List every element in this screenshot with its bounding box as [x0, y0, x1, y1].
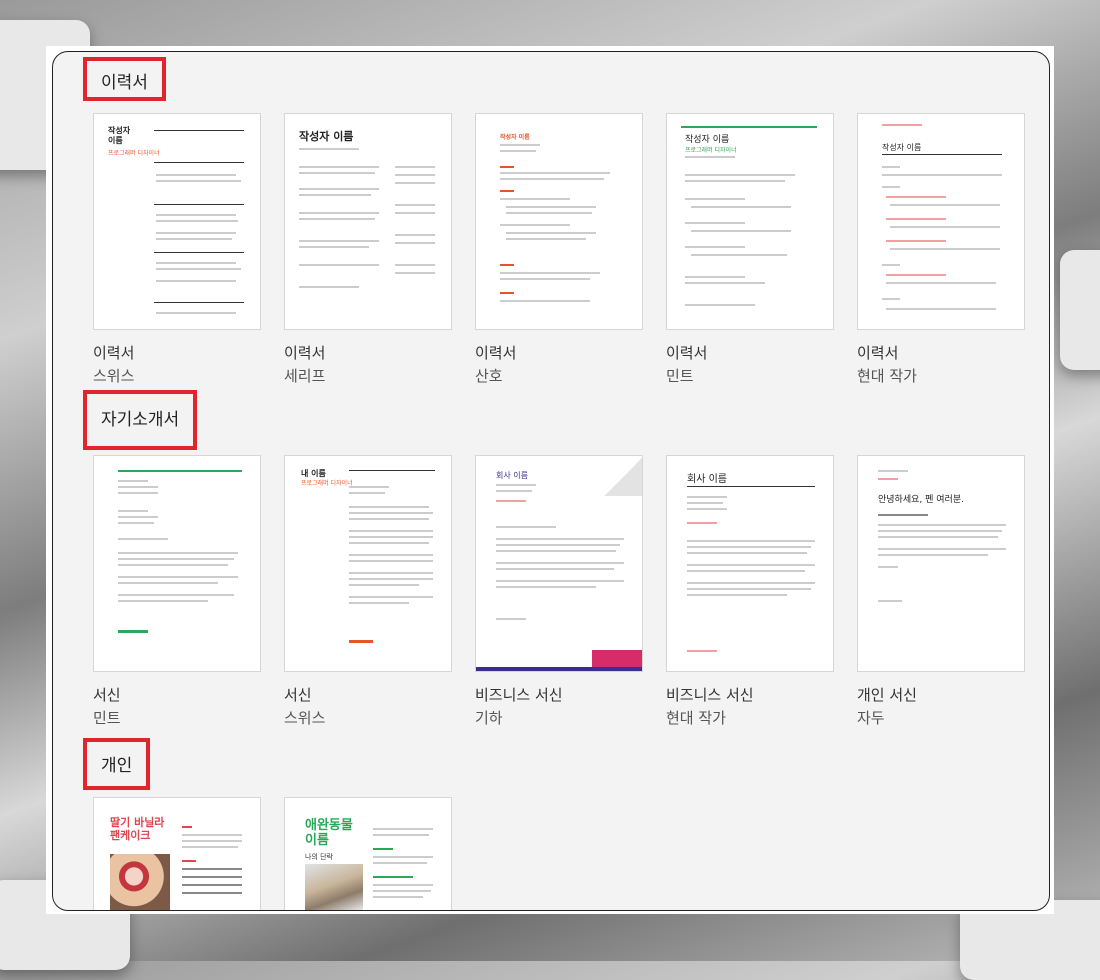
template-name: 서신 [93, 686, 121, 704]
template-resume-mint[interactable]: 작성자 이름 프로그래머 디자이너 이력서 민트 [666, 113, 834, 386]
template-style: 민트 [93, 709, 121, 727]
template-style: 스위스 [284, 709, 326, 727]
template-name: 이력서 [284, 344, 326, 362]
template-name: 이력서 [93, 344, 135, 362]
section-title-cover-letter: 자기소개서 [83, 390, 198, 450]
template-letter-swiss[interactable]: 내 이름 프로그래머 디자이너 서신 스위스 [284, 455, 452, 728]
template-style: 스위스 [93, 367, 135, 385]
template-gallery: 이력서 작성자 이름 프로그래머 디자이너 이력서 스위스 작성자 이름 이력서… [52, 51, 1050, 911]
template-thumbnail[interactable]: 작성자 이름 프로그래머 디자이너 [666, 113, 834, 330]
preview-title: 작성자 이름 [500, 134, 530, 141]
preview-title: 작성자 이름 [882, 143, 922, 152]
template-name: 서신 [284, 686, 312, 704]
preview-title: 작성자 이름 [299, 130, 354, 143]
template-thumbnail[interactable]: 작성자 이름 프로그래머 디자이너 [93, 113, 261, 330]
template-name: 비즈니스 서신 [475, 686, 563, 704]
template-name: 이력서 [857, 344, 899, 362]
template-letter-mint[interactable]: 서신 민트 [93, 455, 261, 728]
template-name: 비즈니스 서신 [666, 686, 754, 704]
template-style: 산호 [475, 367, 503, 385]
template-thumbnail[interactable]: 내 이름 프로그래머 디자이너 [284, 455, 452, 672]
template-style: 현대 작가 [857, 367, 917, 385]
template-thumbnail[interactable]: 딸기 바닐라 팬케이크 [93, 797, 261, 910]
template-thumbnail[interactable]: 작성자 이름 [857, 113, 1025, 330]
preview-title: 안녕하세요, 펜 여러분. [878, 495, 964, 505]
preview-subtitle: 프로그래머 디자이너 [685, 147, 737, 154]
preview-subtitle: 나의 단락 [305, 853, 333, 861]
template-style: 민트 [666, 367, 694, 385]
template-resume-modern-writer[interactable]: 작성자 이름 이력서 현대 작가 [857, 113, 1025, 386]
template-business-letter-modern-writer[interactable]: 회사 이름 비즈니스 서신 현대 작가 [666, 455, 834, 728]
preview-subtitle: 프로그래머 디자이너 [108, 150, 160, 157]
preview-title: 작성자 이름 [685, 135, 730, 145]
preview-title: 회사 이름 [687, 474, 727, 485]
template-thumbnail[interactable]: 애완동물 이름 나의 단락 [284, 797, 452, 910]
template-personal-pet[interactable]: 애완동물 이름 나의 단락 [284, 797, 452, 910]
background-key [1060, 250, 1100, 370]
section-title-resume: 이력서 [83, 57, 166, 101]
template-resume-coral[interactable]: 작성자 이름 이력서 산호 [475, 113, 643, 386]
template-business-letter-geometric[interactable]: 회사 이름 비즈니스 서신 기하 [475, 455, 643, 728]
preview-subtitle: 프로그래머 디자이너 [301, 480, 353, 487]
section-title-personal: 개인 [83, 738, 151, 790]
template-style: 세리프 [284, 367, 326, 385]
template-thumbnail[interactable]: 안녕하세요, 펜 여러분. [857, 455, 1025, 672]
template-thumbnail[interactable]: 회사 이름 [475, 455, 643, 672]
template-resume-serif[interactable]: 작성자 이름 이력서 세리프 [284, 113, 452, 386]
template-name: 이력서 [666, 344, 708, 362]
preview-title: 작성자 이름 [108, 126, 131, 145]
template-resume-swiss[interactable]: 작성자 이름 프로그래머 디자이너 이력서 스위스 [93, 113, 261, 386]
template-thumbnail[interactable]: 작성자 이름 [284, 113, 452, 330]
template-thumbnail[interactable] [93, 455, 261, 672]
preview-title: 딸기 바닐라 팬케이크 [110, 816, 165, 842]
template-personal-letter-plum[interactable]: 안녕하세요, 펜 여러분. 개인 서신 자두 [857, 455, 1025, 728]
preview-title: 회사 이름 [496, 471, 528, 480]
template-style: 현대 작가 [666, 709, 726, 727]
template-personal-recipe[interactable]: 딸기 바닐라 팬케이크 [93, 797, 261, 910]
preview-title: 애완동물 이름 [305, 818, 353, 848]
template-style: 기하 [475, 709, 503, 727]
template-name: 개인 서신 [857, 686, 917, 704]
template-thumbnail[interactable]: 회사 이름 [666, 455, 834, 672]
template-style: 자두 [857, 709, 885, 727]
template-thumbnail[interactable]: 작성자 이름 [475, 113, 643, 330]
template-name: 이력서 [475, 344, 517, 362]
